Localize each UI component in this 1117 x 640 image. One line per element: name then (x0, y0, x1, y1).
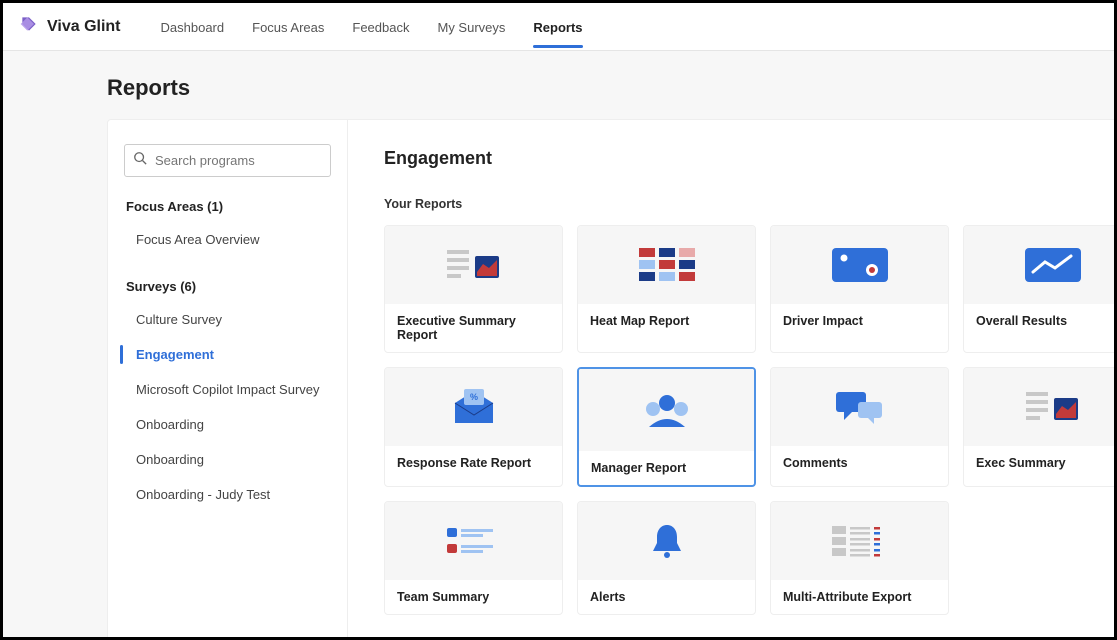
top-nav: Viva Glint Dashboard Focus Areas Feedbac… (3, 3, 1114, 51)
heatmap-icon (578, 226, 755, 304)
sidebar-item-onboarding-1[interactable]: Onboarding (124, 407, 331, 442)
driver-icon (771, 226, 948, 304)
brand: Viva Glint (19, 14, 121, 39)
exec-summary-icon (964, 368, 1114, 446)
team-summary-icon (385, 502, 562, 580)
page-title: Reports (107, 75, 1114, 101)
nav-feedback[interactable]: Feedback (352, 6, 409, 47)
envelope-icon: % (385, 368, 562, 446)
exec-summary-icon (385, 226, 562, 304)
card-label: Multi-Attribute Export (771, 580, 948, 614)
sidebar-item-copilot-impact[interactable]: Microsoft Copilot Impact Survey (124, 372, 331, 407)
search-box[interactable] (124, 144, 331, 177)
card-comments[interactable]: Comments (770, 367, 949, 487)
nav-focus-areas[interactable]: Focus Areas (252, 6, 324, 47)
card-driver-impact[interactable]: Driver Impact (770, 225, 949, 353)
search-icon (133, 151, 147, 170)
card-label: Heat Map Report (578, 304, 755, 338)
sidebar-item-onboarding-2[interactable]: Onboarding (124, 442, 331, 477)
people-icon (579, 369, 754, 451)
main-title: Engagement (384, 148, 1092, 169)
card-alerts[interactable]: Alerts (577, 501, 756, 615)
card-label: Response Rate Report (385, 446, 562, 480)
sidebar-group-surveys: Surveys (6) (126, 279, 331, 294)
card-executive-summary-report[interactable]: Executive Summary Report (384, 225, 563, 353)
brand-logo-icon (19, 14, 39, 39)
comments-icon (771, 368, 948, 446)
card-label: Team Summary (385, 580, 562, 614)
card-exec-summary[interactable]: Exec Summary (963, 367, 1114, 487)
card-manager-report[interactable]: Manager Report (577, 367, 756, 487)
nav-reports[interactable]: Reports (533, 6, 582, 47)
nav-my-surveys[interactable]: My Surveys (437, 6, 505, 47)
card-heat-map-report[interactable]: Heat Map Report (577, 225, 756, 353)
sidebar-item-engagement[interactable]: Engagement (124, 337, 331, 372)
section-your-reports: Your Reports (384, 197, 1092, 211)
nav-dashboard[interactable]: Dashboard (161, 6, 225, 47)
sidebar-group-focus-areas: Focus Areas (1) (126, 199, 331, 214)
card-label: Driver Impact (771, 304, 948, 338)
brand-name: Viva Glint (47, 18, 121, 36)
card-label: Comments (771, 446, 948, 480)
card-multi-attribute-export[interactable]: Multi-Attribute Export (770, 501, 949, 615)
content-panel: Focus Areas (1) Focus Area Overview Surv… (107, 119, 1114, 637)
multi-attr-icon (771, 502, 948, 580)
card-label: Alerts (578, 580, 755, 614)
card-team-summary[interactable]: Team Summary (384, 501, 563, 615)
svg-text:%: % (469, 392, 477, 402)
card-response-rate-report[interactable]: % Response Rate Report (384, 367, 563, 487)
main-panel: Engagement Your Reports (348, 120, 1114, 637)
search-input[interactable] (155, 153, 331, 168)
sidebar-item-onboarding-judy[interactable]: Onboarding - Judy Test (124, 477, 331, 512)
sidebar: Focus Areas (1) Focus Area Overview Surv… (108, 120, 348, 637)
overall-icon (964, 226, 1114, 304)
sidebar-item-focus-area-overview[interactable]: Focus Area Overview (124, 222, 331, 257)
card-label: Executive Summary Report (385, 304, 562, 352)
bell-icon (578, 502, 755, 580)
card-label: Exec Summary (964, 446, 1114, 480)
card-label: Manager Report (579, 451, 754, 485)
card-label: Overall Results (964, 304, 1114, 338)
card-overall-results[interactable]: Overall Results (963, 225, 1114, 353)
sidebar-item-culture-survey[interactable]: Culture Survey (124, 302, 331, 337)
page-body: Reports Focus Areas (1) Focus Area Overv… (3, 51, 1114, 637)
nav-links: Dashboard Focus Areas Feedback My Survey… (161, 6, 583, 47)
report-cards-grid: Executive Summary Report (384, 225, 1092, 615)
